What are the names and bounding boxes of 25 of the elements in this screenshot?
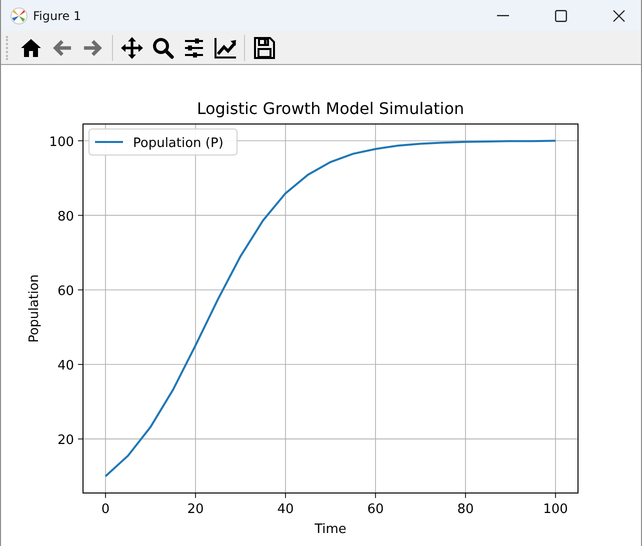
tick-label: 20 [57,432,74,448]
window-title: Figure 1 [33,8,82,22]
line-chart-icon[interactable] [213,36,237,60]
move-arrows-icon[interactable] [120,36,144,60]
tick-label: 60 [57,284,74,299]
tick-label: 100 [543,502,568,517]
chart-title: Logistic Growth Model Simulation [196,99,464,118]
maximize-icon[interactable] [555,10,567,22]
tick-label: 40 [57,358,74,374]
close-icon[interactable] [613,10,625,22]
save-icon[interactable] [252,36,276,60]
minimize-icon[interactable] [497,14,509,16]
tick-label: 0 [101,502,110,517]
search-icon[interactable] [151,36,175,60]
tick-label: 60 [367,502,384,517]
legend-label: Population (P) [133,136,224,151]
tick-label: 20 [187,502,204,517]
sliders-icon[interactable] [182,36,206,60]
tick-label: 100 [49,134,74,150]
tick-label: 80 [57,209,74,224]
x-axis-label: Time [314,522,346,537]
y-axis-label: Population [27,274,42,343]
tick-label: 80 [457,502,474,517]
tick-label: 40 [277,502,294,517]
app-icon [10,6,28,24]
